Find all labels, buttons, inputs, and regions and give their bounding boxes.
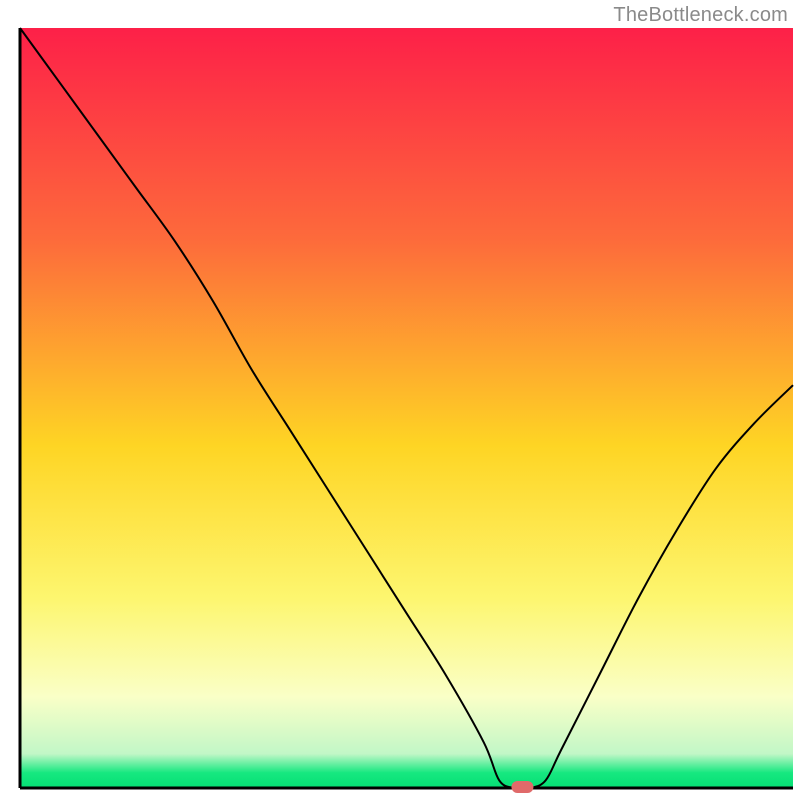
chart-stage: TheBottleneck.com	[0, 0, 800, 800]
plot-background	[20, 28, 793, 788]
bottleneck-chart	[0, 0, 800, 800]
minimum-marker	[511, 781, 533, 793]
